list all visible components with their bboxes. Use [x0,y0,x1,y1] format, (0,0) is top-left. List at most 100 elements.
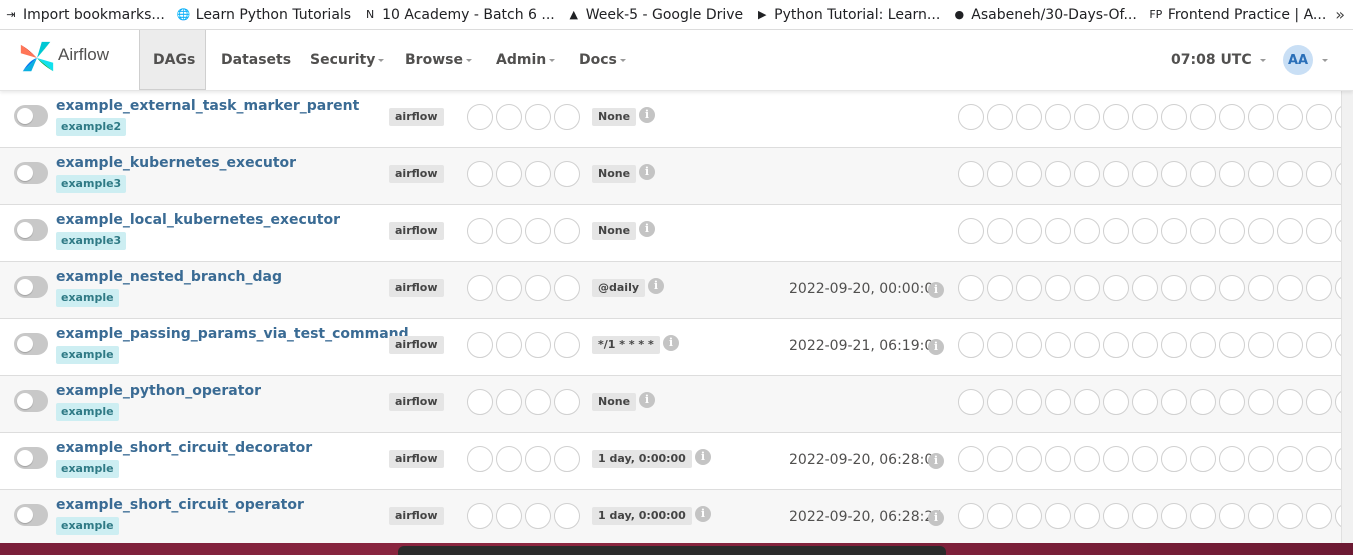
run-state-circle[interactable] [467,161,493,187]
info-icon[interactable]: i [663,335,679,351]
task-state-circle[interactable] [1161,389,1187,415]
run-state-circle[interactable] [496,446,522,472]
task-state-circle[interactable] [1277,332,1303,358]
task-state-circle[interactable] [1248,446,1274,472]
airflow-brand[interactable]: Airflow [18,39,109,77]
run-state-circle[interactable] [496,389,522,415]
task-state-circle[interactable] [1074,446,1100,472]
nav-datasets[interactable]: Datasets [221,30,291,90]
task-state-circle[interactable] [1277,218,1303,244]
task-state-circle[interactable] [1074,218,1100,244]
task-state-circle[interactable] [1161,275,1187,301]
task-state-circle[interactable] [1161,104,1187,130]
bookmark-item[interactable]: N 10 Academy - Batch 6 ... [363,0,555,30]
pause-toggle[interactable] [14,162,48,184]
run-state-circle[interactable] [496,161,522,187]
task-state-circle[interactable] [1103,446,1129,472]
task-state-circle[interactable] [1132,389,1158,415]
run-state-circle[interactable] [554,161,580,187]
info-icon[interactable]: i [695,449,711,465]
info-icon[interactable]: i [928,453,944,469]
task-state-circle[interactable] [1045,389,1071,415]
run-state-circle[interactable] [496,275,522,301]
task-state-circle[interactable] [1306,332,1332,358]
task-state-circle[interactable] [1132,446,1158,472]
dag-id-link[interactable]: example_python_operator [56,383,261,399]
dag-id-link[interactable]: example_local_kubernetes_executor [56,212,340,228]
owner-badge[interactable]: airflow [389,165,444,183]
task-state-circle[interactable] [1219,275,1245,301]
task-state-circle[interactable] [987,275,1013,301]
task-state-circle[interactable] [1103,503,1129,529]
scrollbar[interactable] [1341,91,1353,543]
task-state-circle[interactable] [958,218,984,244]
info-icon[interactable]: i [639,221,655,237]
task-state-circle[interactable] [1190,446,1216,472]
dag-id-link[interactable]: example_short_circuit_operator [56,497,304,513]
dag-tag[interactable]: example [56,346,119,364]
task-state-circle[interactable] [1045,218,1071,244]
task-state-circle[interactable] [1277,275,1303,301]
dag-tag[interactable]: example [56,289,119,307]
run-state-circle[interactable] [467,503,493,529]
info-icon[interactable]: i [695,506,711,522]
task-state-circle[interactable] [1016,332,1042,358]
task-state-circle[interactable] [1132,275,1158,301]
task-state-circle[interactable] [1190,275,1216,301]
task-state-circle[interactable] [1161,161,1187,187]
run-state-circle[interactable] [554,275,580,301]
task-state-circle[interactable] [1103,104,1129,130]
task-state-circle[interactable] [1277,161,1303,187]
task-state-circle[interactable] [958,104,984,130]
task-state-circle[interactable] [1016,389,1042,415]
task-state-circle[interactable] [1248,332,1274,358]
task-state-circle[interactable] [1074,275,1100,301]
run-state-circle[interactable] [525,446,551,472]
dag-id-link[interactable]: example_short_circuit_decorator [56,440,312,456]
task-state-circle[interactable] [1016,161,1042,187]
task-state-circle[interactable] [1248,275,1274,301]
task-state-circle[interactable] [987,389,1013,415]
dag-tag[interactable]: example2 [56,118,127,136]
task-state-circle[interactable] [1045,503,1071,529]
bookmark-item[interactable]: ▶ Python Tutorial: Learn... [755,0,940,30]
task-state-circle[interactable] [1219,503,1245,529]
task-state-circle[interactable] [958,275,984,301]
pause-toggle[interactable] [14,333,48,355]
nav-admin[interactable]: Admin [496,30,556,90]
run-state-circle[interactable] [467,218,493,244]
nav-security[interactable]: Security [310,30,385,90]
task-state-circle[interactable] [1190,161,1216,187]
run-state-circle[interactable] [525,218,551,244]
task-state-circle[interactable] [1045,332,1071,358]
task-state-circle[interactable] [1190,503,1216,529]
owner-badge[interactable]: airflow [389,108,444,126]
run-state-circle[interactable] [496,503,522,529]
task-state-circle[interactable] [1045,446,1071,472]
task-state-circle[interactable] [1219,161,1245,187]
task-state-circle[interactable] [987,161,1013,187]
owner-badge[interactable]: airflow [389,393,444,411]
task-state-circle[interactable] [1161,503,1187,529]
task-state-circle[interactable] [1248,104,1274,130]
task-state-circle[interactable] [1306,104,1332,130]
task-state-circle[interactable] [1306,161,1332,187]
dag-tag[interactable]: example [56,460,119,478]
info-icon[interactable]: i [928,339,944,355]
bookmark-item[interactable]: 🌐 Learn Python Tutorials [177,0,351,30]
pause-toggle[interactable] [14,219,48,241]
task-state-circle[interactable] [1016,503,1042,529]
task-state-circle[interactable] [1277,104,1303,130]
bookmark-item[interactable]: FP Frontend Practice | A... [1149,0,1326,30]
bookmark-item[interactable]: ● Asabeneh/30-Days-Of... [952,0,1136,30]
info-icon[interactable]: i [648,278,664,294]
pause-toggle[interactable] [14,105,48,127]
task-state-circle[interactable] [1306,218,1332,244]
task-state-circle[interactable] [1103,332,1129,358]
task-state-circle[interactable] [1306,275,1332,301]
task-state-circle[interactable] [1132,332,1158,358]
run-state-circle[interactable] [525,161,551,187]
task-state-circle[interactable] [1190,332,1216,358]
run-state-circle[interactable] [525,275,551,301]
pause-toggle[interactable] [14,390,48,412]
